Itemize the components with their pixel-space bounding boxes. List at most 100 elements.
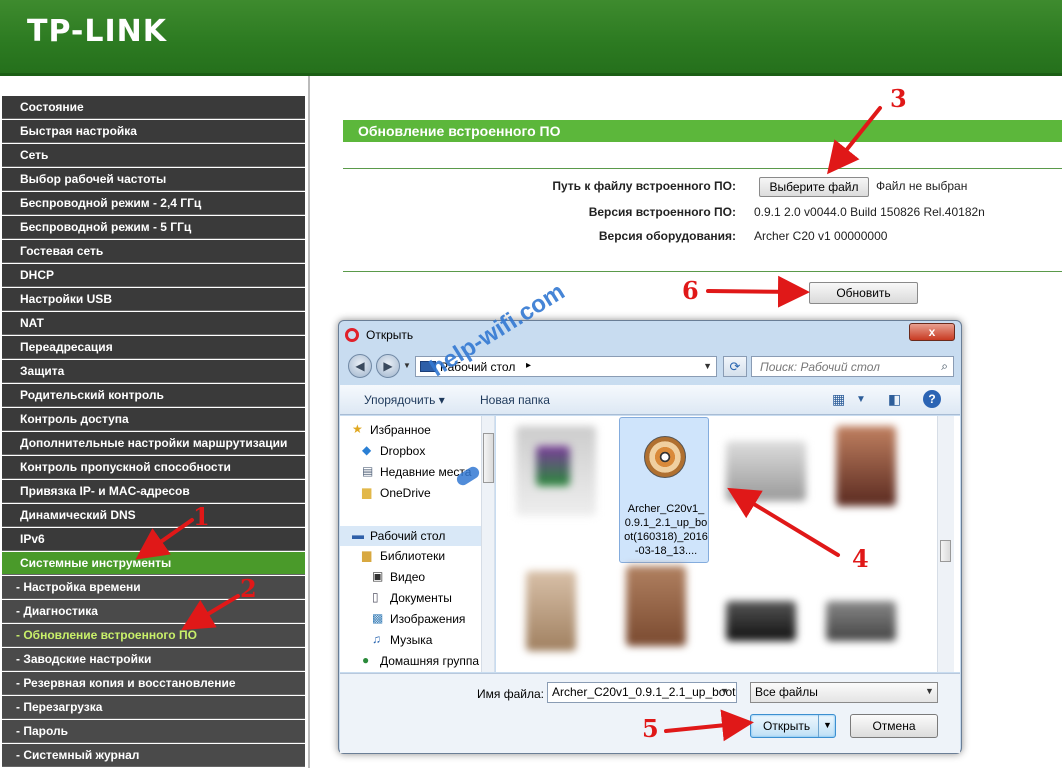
section-title: Обновление встроенного ПО (343, 120, 1062, 142)
sidebar-item[interactable]: NAT (2, 312, 305, 335)
sidebar-item[interactable]: Защита (2, 360, 305, 383)
forward-arrow-icon[interactable]: ▶ (376, 354, 400, 378)
sidebar-item[interactable]: Дополнительные настройки маршрутизации (2, 432, 305, 455)
recent-locations-dropdown-icon[interactable]: ▼ (403, 361, 411, 370)
preview-pane-icon[interactable]: ◧ (888, 391, 901, 408)
sidebar-item[interactable]: Сеть (2, 144, 305, 167)
search-icon[interactable]: ⌕ (941, 359, 948, 374)
open-options-dropdown-icon[interactable]: ▼ (823, 720, 832, 730)
sidebar-item[interactable]: - Диагностика (2, 600, 305, 623)
nav-tree-label: Dropbox (380, 444, 426, 458)
scrollbar-thumb[interactable] (483, 433, 494, 483)
sidebar-item[interactable]: Контроль пропускной способности (2, 456, 305, 479)
desktop-icon: ▬ (352, 528, 364, 542)
divider-top (343, 168, 1062, 169)
sidebar-item[interactable]: DHCP (2, 264, 305, 287)
annotation-number-4: 4 (852, 544, 869, 573)
nav-tree-item[interactable]: ▆ OneDrive (340, 483, 494, 503)
choose-file-button[interactable]: Выберите файл (759, 177, 869, 197)
nav-tree-label: Рабочий стол (370, 529, 446, 543)
hw-version-label: Версия оборудования: (598, 229, 736, 243)
help-icon[interactable]: ? (923, 390, 941, 408)
nav-tree-item[interactable]: ▬ Рабочий стол (340, 526, 494, 546)
blurred-thumbnail[interactable] (726, 441, 806, 501)
onedrive-folder-icon: ▆ (362, 485, 372, 499)
sidebar-item[interactable]: Динамический DNS (2, 504, 305, 527)
blurred-thumbnail[interactable] (536, 446, 570, 486)
nav-tree-label: Музыка (390, 633, 433, 647)
selected-file-name: Archer_C20v1_0.9.1_2.1_up_boot(160318)_2… (624, 503, 708, 557)
dialog-close-button[interactable]: x (909, 323, 955, 341)
scrollbar-thumb[interactable] (940, 540, 951, 562)
sidebar-item[interactable]: Выбор рабочей частоты (2, 168, 305, 191)
sidebar-menu: Состояние Быстрая настройка Сеть Выбор рабо… (0, 76, 310, 768)
sidebar-item[interactable]: Привязка IP- и MAC-адресов (2, 480, 305, 503)
nav-tree-item[interactable]: ▣ Видео (340, 567, 494, 587)
video-icon: ▣ (372, 569, 384, 583)
sidebar-item[interactable]: Состояние (2, 96, 305, 119)
annotation-number-5: 5 (642, 714, 659, 743)
blurred-thumbnail[interactable] (836, 426, 896, 506)
blurred-thumbnail[interactable] (626, 566, 686, 646)
sidebar-item[interactable]: - Пароль (2, 720, 305, 743)
sidebar-item[interactable]: Гостевая сеть (2, 240, 305, 263)
navigation-scrollbar[interactable] (481, 416, 494, 672)
nav-tree-item[interactable]: ◆ Dropbox (340, 441, 494, 461)
sidebar-item[interactable]: - Обновление встроенного ПО (2, 624, 305, 647)
sidebar-item[interactable]: IPv6 (2, 528, 305, 551)
blurred-thumbnail[interactable] (526, 571, 576, 651)
blurred-thumbnail[interactable] (726, 601, 796, 641)
sidebar-item[interactable]: Системные инструменты (2, 552, 305, 575)
view-options-icon[interactable]: ▦ (832, 391, 845, 408)
sidebar-item[interactable]: - Настройка времени (2, 576, 305, 599)
new-folder-button[interactable]: Новая папка (480, 393, 550, 407)
sidebar-item[interactable]: - Заводские настройки (2, 648, 305, 671)
view-dropdown-icon[interactable]: ▼ (856, 394, 866, 405)
sidebar-item[interactable]: Родительский контроль (2, 384, 305, 407)
recent-places-icon: ▤ (362, 464, 374, 478)
organize-button[interactable]: Упорядочить ▾ (364, 393, 445, 407)
sidebar-item[interactable]: Быстрая настройка (2, 120, 305, 143)
filetype-select[interactable]: Все файлы (750, 682, 938, 703)
open-button-divider (818, 715, 819, 737)
tp-link-logo: TP-LINK (27, 14, 168, 49)
sidebar-item[interactable]: Беспроводной режим - 5 ГГц (2, 216, 305, 239)
nav-tree-item[interactable]: ♫ Музыка (340, 630, 494, 650)
disc-image-icon (644, 436, 686, 478)
cancel-button[interactable]: Отмена (850, 714, 938, 738)
search-placeholder: Поиск: Рабочий стол (760, 360, 880, 374)
nav-tree-item[interactable]: ▩ Изображения (340, 609, 494, 629)
file-list-scrollbar[interactable] (937, 416, 954, 672)
sidebar-item[interactable]: - Системный журнал (2, 744, 305, 767)
sidebar-item[interactable]: Беспроводной режим - 2,4 ГГц (2, 192, 305, 215)
sidebar-item[interactable]: - Перезагрузка (2, 696, 305, 719)
search-box[interactable]: Поиск: Рабочий стол ⌕ (751, 356, 954, 377)
nav-tree-item[interactable]: ▆ Библиотеки (340, 546, 494, 566)
sidebar-item[interactable]: Контроль доступа (2, 408, 305, 431)
annotation-number-2: 2 (240, 574, 257, 603)
arrow-6 (706, 275, 810, 308)
sidebar-item[interactable]: Переадресация (2, 336, 305, 359)
selected-file-item[interactable]: Archer_C20v1_0.9.1_2.1_up_boot(160318)_2… (619, 417, 709, 563)
update-button[interactable]: Обновить (809, 282, 918, 304)
nav-tree-item[interactable]: ▯ Документы (340, 588, 494, 608)
dialog-toolbar: Упорядочить ▾ Новая папка ▦ ▼ ◧ ? (340, 385, 960, 415)
annotation-number-6: 6 (682, 276, 699, 305)
filename-dropdown-icon[interactable]: ▼ (720, 686, 729, 696)
filetype-dropdown-icon[interactable]: ▼ (925, 686, 934, 696)
address-dropdown-icon[interactable]: ▼ (703, 361, 712, 371)
sidebar-item[interactable]: Настройки USB (2, 288, 305, 311)
sidebar-item[interactable]: - Резервная копия и восстановление (2, 672, 305, 695)
nav-tree-item[interactable]: ● Домашняя группа (340, 651, 494, 671)
breadcrumb-arrow-icon[interactable]: ▸ (526, 360, 531, 371)
blurred-thumbnail[interactable] (826, 601, 896, 641)
nav-tree-item[interactable]: ★ Избранное (340, 420, 494, 440)
filename-input[interactable]: Archer_C20v1_0.9.1_2.1_up_boot (547, 682, 737, 703)
images-icon: ▩ (372, 611, 384, 625)
back-arrow-icon[interactable]: ◀ (348, 354, 372, 378)
organize-label: Упорядочить (364, 393, 436, 407)
fw-version-value: 0.9.1 2.0 v0044.0 Build 150826 Rel.40182… (754, 205, 985, 219)
refresh-icon[interactable]: ⟳ (723, 356, 747, 377)
documents-icon: ▯ (372, 590, 379, 604)
header-bar: TP-LINK (0, 0, 1062, 76)
